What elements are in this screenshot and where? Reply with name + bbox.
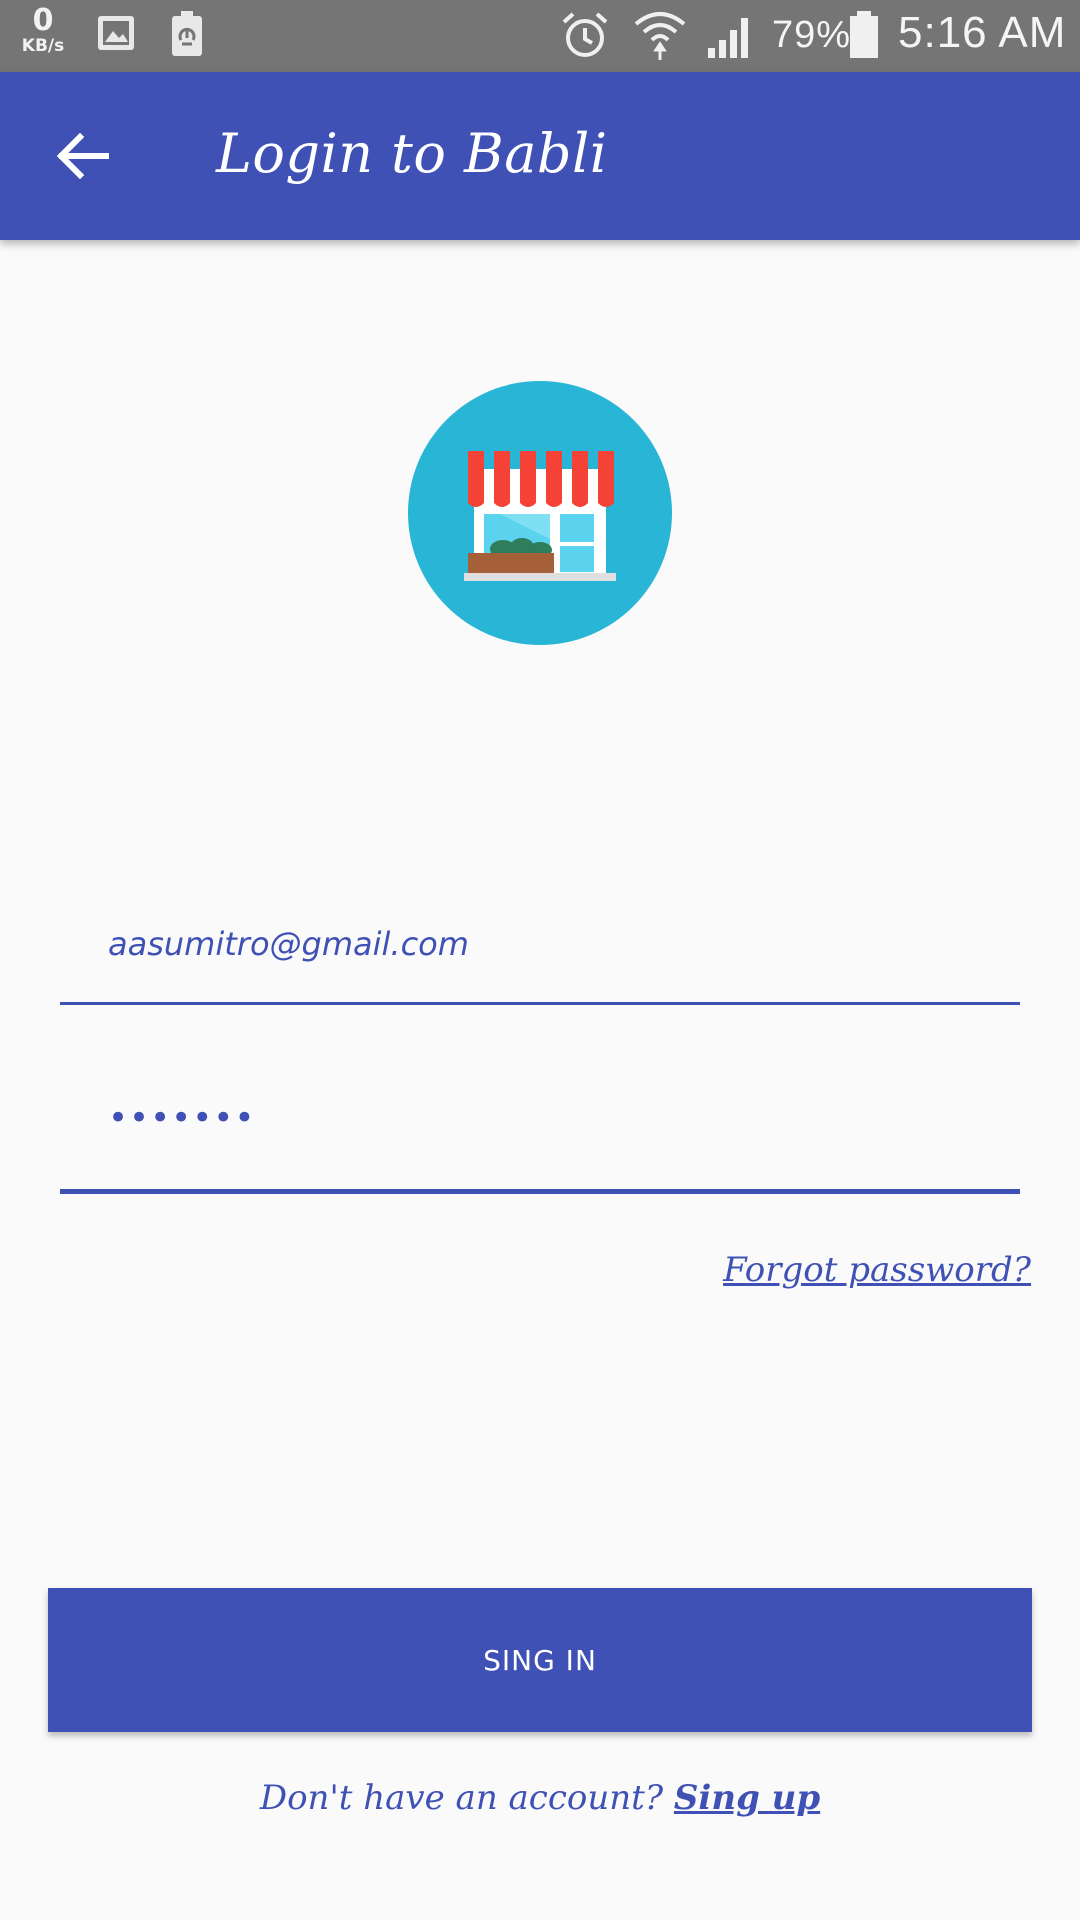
signup-link[interactable]: Sing up <box>674 1778 820 1818</box>
alarm-icon <box>560 10 610 64</box>
email-underline <box>60 1002 1020 1005</box>
storefront-icon <box>408 381 672 649</box>
email-input-value: aasumitro@gmail.com <box>108 925 469 963</box>
gallery-icon <box>96 13 136 57</box>
status-bar: 0 KB/s 79% 5:16 AM <box>0 0 1080 72</box>
password-input-value: ••••••• <box>108 1098 256 1138</box>
signal-icon <box>706 12 756 64</box>
page-title: Login to Babli <box>216 122 608 185</box>
signup-row: Don't have an account? Sing up <box>0 1778 1080 1818</box>
network-speed-indicator: 0 KB/s <box>16 6 70 55</box>
battery-percent: 79% <box>772 14 852 56</box>
back-button[interactable] <box>44 116 124 196</box>
app-logo <box>408 381 672 645</box>
sign-in-button[interactable]: SING IN <box>48 1588 1032 1732</box>
email-field[interactable]: aasumitro@gmail.com <box>60 905 1020 1010</box>
battery-icon <box>848 10 880 64</box>
network-speed-unit: KB/s <box>21 36 65 56</box>
battery-saver-icon <box>170 10 204 62</box>
forgot-password-link[interactable]: Forgot password? <box>723 1250 1031 1290</box>
password-underline <box>60 1189 1020 1194</box>
arrow-back-icon <box>44 132 124 200</box>
clock: 5:16 AM <box>898 8 1067 57</box>
password-field[interactable]: ••••••• <box>60 1090 1020 1196</box>
wifi-icon <box>632 6 688 66</box>
network-speed-value: 0 <box>32 3 54 38</box>
sign-in-label: SING IN <box>483 1643 597 1677</box>
signup-prompt: Don't have an account? <box>259 1778 664 1818</box>
app-bar: Login to Babli <box>0 72 1080 240</box>
